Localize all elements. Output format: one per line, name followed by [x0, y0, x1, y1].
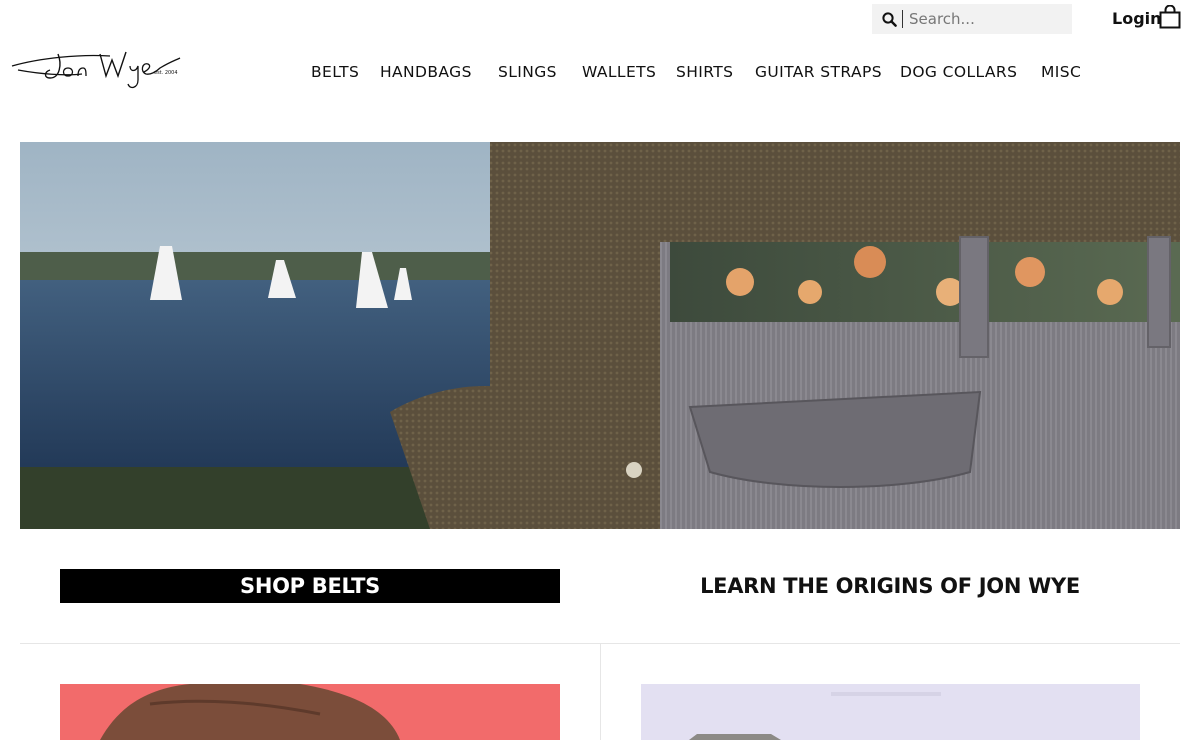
search-icon[interactable]	[882, 11, 897, 27]
nav-item-handbags[interactable]: HANDBAGS	[380, 63, 472, 81]
hero-banner[interactable]	[20, 142, 1180, 529]
column-divider	[600, 644, 601, 740]
shopping-bag-icon[interactable]	[1159, 5, 1181, 29]
search-divider	[902, 10, 903, 28]
nav-item-shirts[interactable]: SHIRTS	[676, 63, 733, 81]
search-input[interactable]	[909, 10, 1059, 28]
nav-item-slings[interactable]: SLINGS	[498, 63, 557, 81]
nav-item-wallets[interactable]: WALLETS	[582, 63, 656, 81]
product-tile-left-image	[100, 684, 400, 740]
nav-item-misc[interactable]: MISC	[1041, 63, 1081, 81]
product-tile-right[interactable]	[641, 684, 1140, 740]
learn-origins-link[interactable]: LEARN THE ORIGINS OF JON WYE	[640, 569, 1140, 603]
product-tile-right-image	[689, 692, 941, 740]
nav-item-belts[interactable]: BELTS	[311, 63, 359, 81]
nav-item-dog-collars[interactable]: DOG COLLARS	[900, 63, 1017, 81]
login-link[interactable]: Login	[1112, 9, 1162, 28]
hero-image	[20, 142, 1180, 529]
search-bar[interactable]	[872, 4, 1072, 34]
shop-belts-button[interactable]: SHOP BELTS	[60, 569, 560, 603]
main-nav: BELTS HANDBAGS SLINGS WALLETS SHIRTS GUI…	[0, 63, 1200, 87]
product-tile-left[interactable]	[60, 684, 560, 740]
nav-item-guitar-straps[interactable]: GUITAR STRAPS	[755, 63, 882, 81]
